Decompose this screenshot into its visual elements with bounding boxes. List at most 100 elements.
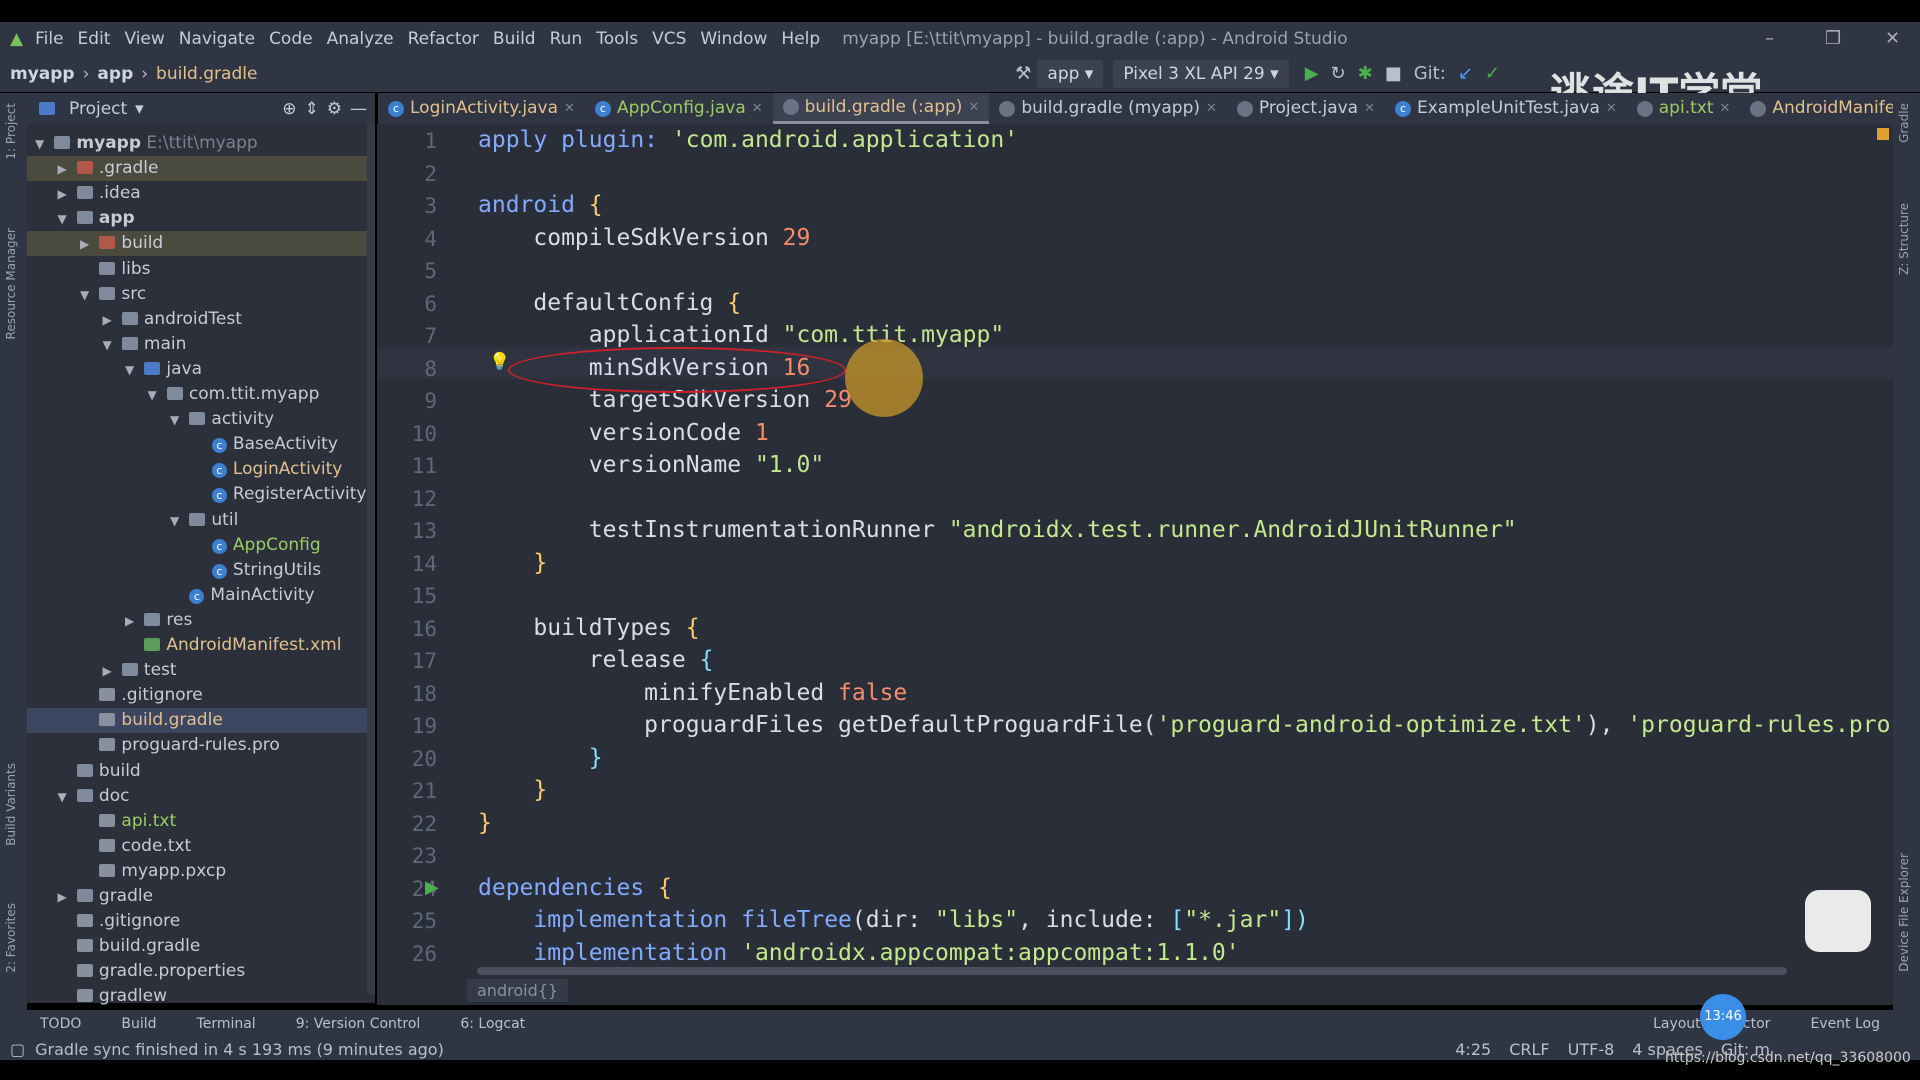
menu-tools[interactable]: Tools xyxy=(596,29,638,49)
editor-tab[interactable]: Project.java ✕ xyxy=(1227,93,1385,124)
tree-item[interactable]: c RegisterActivity xyxy=(27,482,375,507)
tree-item[interactable]: ▼ java xyxy=(27,357,375,382)
menu-file[interactable]: File xyxy=(35,29,63,49)
tree-item[interactable]: ▼ myapp E:\ttit\myapp xyxy=(27,131,375,156)
project-scrollbar[interactable] xyxy=(367,124,375,994)
rerun-icon[interactable]: ↻ xyxy=(1331,63,1346,84)
expand-arrow-icon[interactable]: ▼ xyxy=(103,333,117,358)
expand-arrow-icon[interactable]: ▼ xyxy=(170,509,184,534)
close-tab-icon[interactable]: ✕ xyxy=(564,93,575,124)
tree-item[interactable]: ▶ build xyxy=(27,231,375,257)
menu-window[interactable]: Window xyxy=(700,29,767,49)
tree-item[interactable]: libs xyxy=(27,257,375,282)
menu-code[interactable]: Code xyxy=(269,29,313,49)
close-tab-icon[interactable]: ✕ xyxy=(1206,93,1217,124)
tree-item[interactable]: ▼ doc xyxy=(27,784,375,809)
breadcrumb-file[interactable]: build.gradle xyxy=(156,64,257,84)
tree-item[interactable]: .gitignore xyxy=(27,683,375,708)
gear-icon[interactable]: ⚙ xyxy=(327,99,342,119)
tool-todo[interactable]: TODO xyxy=(40,1016,81,1032)
code-breadcrumb[interactable]: android{} xyxy=(467,979,569,1002)
tree-item[interactable]: ▶ gradle xyxy=(27,884,375,909)
tree-item[interactable]: ▼ activity xyxy=(27,407,375,432)
tree-item[interactable]: gradle.properties xyxy=(27,959,375,984)
editor-tab[interactable]: build.gradle (:app) ✕ xyxy=(772,93,990,124)
menu-refactor[interactable]: Refactor xyxy=(408,29,479,49)
expand-arrow-icon[interactable]: ▶ xyxy=(103,308,117,333)
hide-icon[interactable]: — xyxy=(350,99,367,119)
intention-bulb-icon[interactable]: 💡 xyxy=(489,352,510,372)
side-tab-device-file-explorer[interactable]: Device File Explorer xyxy=(1897,853,1911,972)
project-view-select[interactable]: Project xyxy=(69,99,127,119)
tree-item[interactable]: proguard-rules.pro xyxy=(27,733,375,758)
minimize-button[interactable]: – xyxy=(1765,22,1774,55)
menu-run[interactable]: Run xyxy=(550,29,583,49)
expand-arrow-icon[interactable]: ▼ xyxy=(125,358,139,383)
tree-item[interactable]: ▼ com.ttit.myapp xyxy=(27,382,375,407)
expand-arrow-icon[interactable]: ▼ xyxy=(35,132,49,157)
tree-item[interactable]: c BaseActivity xyxy=(27,432,375,457)
debug-icon[interactable]: ✱ xyxy=(1358,63,1373,84)
breadcrumb-module[interactable]: app xyxy=(97,64,133,84)
close-tab-icon[interactable]: ✕ xyxy=(752,93,763,124)
menu-view[interactable]: View xyxy=(124,29,164,49)
git-update-icon[interactable]: ↙ xyxy=(1458,63,1473,84)
expand-arrow-icon[interactable]: ▼ xyxy=(170,408,184,433)
line-separator[interactable]: CRLF xyxy=(1509,1040,1549,1059)
tree-item[interactable]: ▶ .idea xyxy=(27,181,375,206)
expand-arrow-icon[interactable]: ▼ xyxy=(148,383,162,408)
hammer-icon[interactable]: ⚒ xyxy=(1015,63,1031,84)
expand-arrow-icon[interactable]: ▼ xyxy=(58,207,72,232)
tree-item[interactable]: myapp.pxcp xyxy=(27,859,375,884)
breadcrumb-project[interactable]: myapp xyxy=(10,64,75,84)
tree-item[interactable]: ▼ app xyxy=(27,206,375,231)
side-tab-favorites[interactable]: 2: Favorites xyxy=(4,903,18,973)
editor-tab[interactable]: c AppConfig.java ✕ xyxy=(585,93,773,124)
horizontal-scrollbar[interactable] xyxy=(477,967,1787,975)
tree-item[interactable]: ▼ main xyxy=(27,332,375,357)
menu-analyze[interactable]: Analyze xyxy=(327,29,394,49)
tree-item[interactable]: api.txt xyxy=(27,809,375,834)
side-tab-resource-manager[interactable]: Resource Manager xyxy=(4,228,18,339)
tree-item[interactable]: AndroidManifest.xml xyxy=(27,633,375,658)
editor-tab[interactable]: build.gradle (myapp) ✕ xyxy=(989,93,1227,124)
tree-item[interactable]: build xyxy=(27,759,375,784)
tree-item[interactable]: c MainActivity xyxy=(27,583,375,608)
expand-arrow-icon[interactable]: ▶ xyxy=(58,182,72,207)
run-gutter-icon[interactable]: ▶ xyxy=(425,877,439,898)
tree-item[interactable]: ▶ .gradle xyxy=(27,156,375,182)
expand-arrow-icon[interactable]: ▶ xyxy=(80,232,94,257)
expand-arrow-icon[interactable]: ▶ xyxy=(125,609,139,634)
locate-icon[interactable]: ⊕ xyxy=(282,99,296,119)
tree-item[interactable]: ▶ test xyxy=(27,658,375,683)
tree-item[interactable]: build.gradle xyxy=(27,934,375,959)
tree-item[interactable]: gradlew xyxy=(27,984,375,1009)
menu-edit[interactable]: Edit xyxy=(78,29,111,49)
status-toggle-icon[interactable]: ▢ xyxy=(10,1040,25,1059)
tree-item[interactable]: ▼ util xyxy=(27,508,375,533)
expand-arrow-icon[interactable]: ▶ xyxy=(103,659,117,684)
stop-icon[interactable]: ■ xyxy=(1385,63,1402,84)
caret-position[interactable]: 4:25 xyxy=(1455,1040,1491,1059)
tree-item[interactable]: ▶ androidTest xyxy=(27,307,375,332)
device-select[interactable]: Pixel 3 XL API 29 ▾ xyxy=(1113,59,1289,88)
tree-item[interactable]: .gitignore xyxy=(27,909,375,934)
tool-event-log[interactable]: Event Log xyxy=(1810,1016,1880,1032)
expand-arrow-icon[interactable]: ▼ xyxy=(58,785,72,810)
close-tab-icon[interactable]: ✕ xyxy=(1720,93,1731,124)
menu-vcs[interactable]: VCS xyxy=(652,29,686,49)
expand-arrow-icon[interactable]: ▼ xyxy=(80,283,94,308)
editor-tab[interactable]: api.txt ✕ xyxy=(1627,93,1741,124)
expand-arrow-icon[interactable]: ▶ xyxy=(58,885,72,910)
close-button[interactable]: ✕ xyxy=(1885,22,1900,55)
video-play-icon[interactable] xyxy=(1805,890,1871,952)
tool-build[interactable]: Build xyxy=(121,1016,156,1032)
tree-item[interactable]: build.gradle xyxy=(27,708,375,734)
tool-terminal[interactable]: Terminal xyxy=(197,1016,256,1032)
menu-navigate[interactable]: Navigate xyxy=(179,29,255,49)
tree-item[interactable]: code.txt xyxy=(27,834,375,859)
editor-tab[interactable]: c LoginActivity.java ✕ xyxy=(378,93,585,124)
side-tab-structure[interactable]: Z: Structure xyxy=(1897,203,1911,275)
tool-logcat[interactable]: 6: Logcat xyxy=(460,1016,525,1032)
collapse-all-icon[interactable]: ⇕ xyxy=(305,99,319,119)
